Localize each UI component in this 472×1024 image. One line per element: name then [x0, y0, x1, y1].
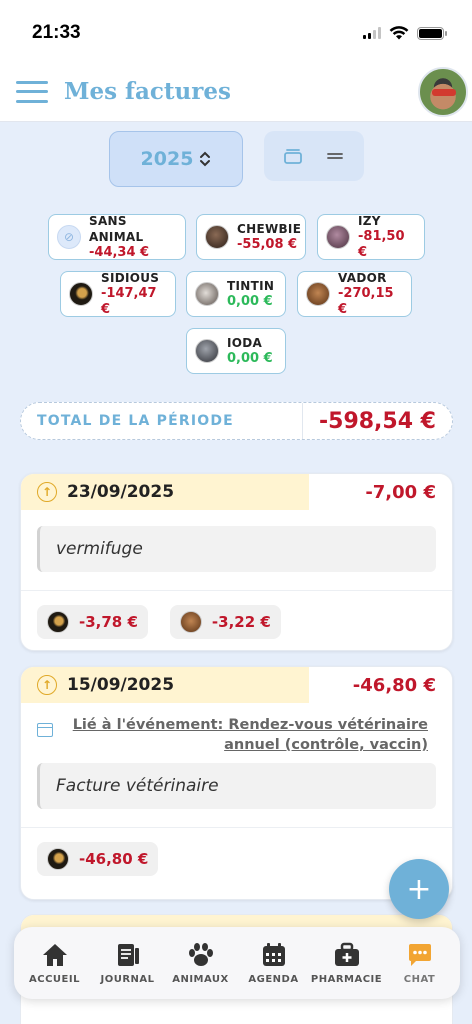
pet-split-row: -46,80 € [21, 828, 452, 890]
home-icon [42, 943, 67, 966]
journal-icon [117, 943, 139, 966]
pet-split-amount: -3,78 € [79, 613, 138, 631]
chip-name: IZY [358, 214, 381, 228]
invoice-amount: -46,80 € [309, 667, 452, 703]
controls: 2025 [0, 131, 472, 187]
total-value: -598,54 € [302, 403, 452, 439]
calendar-icon [262, 942, 285, 966]
user-avatar[interactable] [418, 67, 468, 117]
cards-icon [284, 149, 302, 164]
invoice-header: ↑ 23/09/2025 -7,00 € [21, 474, 452, 510]
animal-chip-chewbie[interactable]: CHEWBIE -55,08 € [196, 214, 306, 260]
bottom-nav: ACCUEIL JOURNAL ANIMAUX AGENDA PHARMACIE… [14, 927, 460, 999]
chip-amount: -270,15 € [338, 286, 394, 317]
chip-amount: -44,34 € [89, 245, 150, 260]
animal-chip-sidious[interactable]: SIDIOUS -147,47 € [60, 271, 176, 317]
no-animal-icon: ⊘ [57, 225, 81, 249]
chip-name: SIDIOUS [101, 271, 160, 285]
arrow-up-circle-icon: ↑ [37, 675, 57, 695]
nav-item-animaux[interactable]: ANIMAUX [165, 942, 237, 985]
invoice-card[interactable]: ↑ 23/09/2025 -7,00 € vermifuge -3,78 € -3… [20, 473, 453, 651]
animal-avatar [195, 339, 219, 363]
pet-split-row: -3,78 € -3,22 € [21, 591, 452, 650]
invoice-amount: -7,00 € [309, 474, 452, 510]
status-bar: 21:33 [0, 0, 472, 62]
animal-avatar [47, 611, 69, 633]
chip-amount: -147,47 € [101, 286, 157, 317]
animal-chip-izy[interactable]: IZY -81,50 € [317, 214, 425, 260]
animal-avatar [179, 611, 202, 633]
total-label: TOTAL DE LA PÉRIODE [37, 413, 234, 429]
arrow-up-circle-icon: ↑ [37, 482, 57, 502]
nav-label: AGENDA [248, 973, 299, 985]
chevron-updown-icon [200, 151, 211, 167]
nav-item-pharmacie[interactable]: PHARMACIE [311, 942, 383, 985]
chip-name: VADOR [338, 271, 387, 285]
card-view-button[interactable] [277, 140, 309, 172]
medkit-icon [334, 942, 359, 966]
page-title: Mes factures [64, 78, 231, 105]
nav-item-chat[interactable]: CHAT [384, 942, 456, 985]
nav-item-agenda[interactable]: AGENDA [238, 942, 310, 985]
pet-split-pill[interactable]: -3,22 € [169, 605, 281, 639]
chip-amount: -55,08 € [237, 237, 298, 252]
animal-chip-sans-animal[interactable]: ⊘ SANS ANIMAL -44,34 € [48, 214, 186, 260]
invoice-card[interactable]: ↑ 15/09/2025 -46,80 € Lié à l'événement: … [20, 666, 453, 900]
pet-split-amount: -46,80 € [79, 850, 149, 868]
signal-icon [363, 27, 381, 39]
app-header: Mes factures [0, 62, 472, 122]
animal-chip-vador[interactable]: VADOR -270,15 € [297, 271, 412, 317]
chip-name: TINTIN [227, 279, 275, 293]
chip-amount: 0,00 € [227, 294, 273, 309]
invoice-note: Facture vétérinaire [37, 763, 436, 809]
invoice-note: vermifuge [37, 526, 436, 572]
chat-icon [408, 943, 431, 966]
pet-split-pill[interactable]: -3,78 € [37, 605, 148, 639]
invoice-header: ↑ 15/09/2025 -46,80 € [21, 667, 452, 703]
nav-label: ACCUEIL [29, 973, 80, 985]
calendar-icon [37, 723, 53, 737]
list-icon [327, 153, 343, 159]
nav-label: PHARMACIE [310, 973, 383, 985]
battery-icon [417, 26, 447, 40]
nav-item-accueil[interactable]: ACCUEIL [19, 942, 91, 985]
nav-label: ANIMAUX [172, 973, 229, 985]
year-select[interactable]: 2025 [109, 131, 243, 187]
status-icons [363, 22, 447, 40]
add-invoice-button[interactable]: + [389, 859, 449, 919]
linked-event[interactable]: Lié à l'événement: Rendez-vous vétérinai… [21, 703, 452, 755]
chip-name: SANS ANIMAL [89, 214, 144, 244]
animal-chip-tintin[interactable]: TINTIN 0,00 € [186, 271, 286, 317]
animal-chip-ioda[interactable]: IODA 0,00 € [186, 328, 286, 374]
invoice-date: 23/09/2025 [67, 482, 175, 502]
pet-split-amount: -3,22 € [211, 613, 271, 631]
animal-avatar [69, 282, 93, 306]
list-view-button[interactable] [319, 140, 351, 172]
animal-avatar [205, 225, 229, 249]
status-time: 21:33 [32, 22, 81, 43]
menu-icon[interactable] [16, 80, 48, 103]
linked-event-text[interactable]: Lié à l'événement: Rendez-vous vétérinai… [65, 715, 428, 755]
animal-avatar [326, 225, 350, 249]
view-toggle [264, 131, 364, 181]
chip-amount: -81,50 € [358, 229, 405, 260]
nav-label: CHAT [403, 973, 436, 985]
chip-amount: 0,00 € [227, 351, 273, 366]
animal-avatar [47, 848, 69, 870]
animal-avatar [306, 282, 330, 306]
wifi-icon [389, 26, 409, 40]
paw-icon [188, 942, 213, 966]
chip-name: CHEWBIE [237, 222, 302, 236]
year-value: 2025 [140, 148, 194, 170]
chip-name: IODA [227, 336, 263, 350]
animal-avatar [195, 282, 219, 306]
nav-item-journal[interactable]: JOURNAL [92, 942, 164, 985]
pet-split-pill[interactable]: -46,80 € [37, 842, 159, 876]
invoice-date: 15/09/2025 [67, 675, 175, 695]
period-total: TOTAL DE LA PÉRIODE -598,54 € [20, 402, 453, 440]
nav-label: JOURNAL [100, 973, 155, 985]
